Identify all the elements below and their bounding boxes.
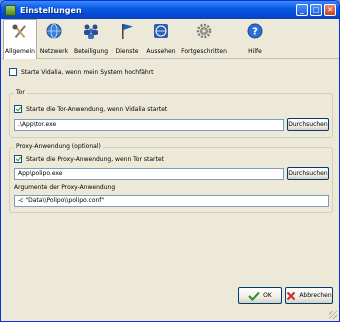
- tor-group: Tor Starte die Tor-Anwendung, wenn Vidal…: [9, 89, 333, 138]
- flag-icon: [122, 24, 133, 39]
- tools-icon: [12, 24, 26, 39]
- startup-checkbox-row[interactable]: Starte Vidalia, wenn mein System hochfäh…: [9, 67, 333, 77]
- tab-label: Beteiligung: [73, 48, 109, 55]
- proxy-group-title: Proxy-Anwendung (optional): [14, 143, 103, 150]
- minimize-button[interactable]: _: [296, 4, 308, 16]
- tab-aussehen[interactable]: Aussehen: [143, 19, 179, 59]
- people-icon: [84, 24, 98, 39]
- tab-beteiligung[interactable]: Beteiligung: [71, 19, 111, 59]
- proxy-args-input[interactable]: -c "Data\\Polipo\\polipo.conf": [14, 195, 329, 207]
- tab-hilfe[interactable]: ? Hilfe: [241, 19, 269, 59]
- globe-icon: [46, 23, 62, 39]
- tor-group-title: Tor: [14, 89, 27, 96]
- tab-label: Aussehen: [146, 48, 176, 55]
- proxy-start-checkbox[interactable]: [14, 155, 22, 163]
- tab-label: Netzwerk: [39, 48, 69, 55]
- window-title: Einstellungen: [20, 5, 82, 15]
- proxy-start-label: Starte die Proxy-Anwendung, wenn Tor sta…: [26, 155, 164, 163]
- tab-netzwerk[interactable]: Netzwerk: [37, 19, 71, 59]
- tab-allgemein[interactable]: Allgemein: [3, 19, 37, 59]
- cancel-icon: [287, 291, 296, 300]
- tor-start-checkbox[interactable]: [14, 105, 22, 113]
- ok-label: OK: [263, 292, 272, 299]
- tab-label: Allgemein: [5, 48, 35, 55]
- resize-grip[interactable]: [329, 311, 337, 319]
- startup-label: Starte Vidalia, wenn mein System hochfäh…: [21, 68, 154, 76]
- proxy-path-input[interactable]: App\polipo.exe: [14, 168, 284, 180]
- title-bar[interactable]: Einstellungen _ □ ✕: [1, 1, 339, 19]
- tab-dienste[interactable]: Dienste: [111, 19, 143, 59]
- close-button[interactable]: ✕: [324, 4, 336, 16]
- ok-button[interactable]: OK: [238, 287, 282, 304]
- tor-start-checkbox-row[interactable]: Starte die Tor-Anwendung, wenn Vidalia s…: [14, 104, 167, 114]
- tor-start-label: Starte die Tor-Anwendung, wenn Vidalia s…: [26, 105, 168, 113]
- maximize-button[interactable]: □: [310, 4, 322, 16]
- proxy-args-label: Argumente der Proxy-Anwendung: [14, 184, 116, 191]
- tab-label: Fortgeschritten: [181, 48, 227, 55]
- tor-browse-button[interactable]: Durchsuchen: [287, 118, 329, 131]
- tab-fortgeschritten[interactable]: Fortgeschritten: [179, 19, 229, 59]
- proxy-browse-button[interactable]: Durchsuchen: [287, 167, 329, 180]
- settings-window: Einstellungen _ □ ✕ Allgemein Netzwerk B…: [0, 0, 340, 322]
- proxy-start-checkbox-row[interactable]: Starte die Proxy-Anwendung, wenn Tor sta…: [14, 154, 164, 164]
- startup-checkbox[interactable]: [9, 68, 17, 76]
- settings-toolbar: Allgemein Netzwerk Beteiligung Dienste A…: [1, 19, 339, 59]
- tab-label: Dienste: [115, 48, 139, 55]
- app-icon: [5, 4, 16, 16]
- proxy-group: Proxy-Anwendung (optional) Starte die Pr…: [9, 143, 333, 213]
- cancel-button[interactable]: Abbrechen: [285, 287, 333, 304]
- general-section: Starte Vidalia, wenn mein System hochfäh…: [9, 67, 333, 77]
- check-icon: [248, 291, 260, 301]
- help-icon: ?: [247, 23, 263, 39]
- tor-path-input[interactable]: .\App\tor.exe: [14, 119, 284, 131]
- cancel-label: Abbrechen: [299, 292, 332, 299]
- globe-flag-icon: [154, 24, 168, 38]
- svg-text:?: ?: [252, 27, 258, 38]
- gear-icon: [196, 23, 212, 39]
- tab-label: Hilfe: [248, 48, 262, 55]
